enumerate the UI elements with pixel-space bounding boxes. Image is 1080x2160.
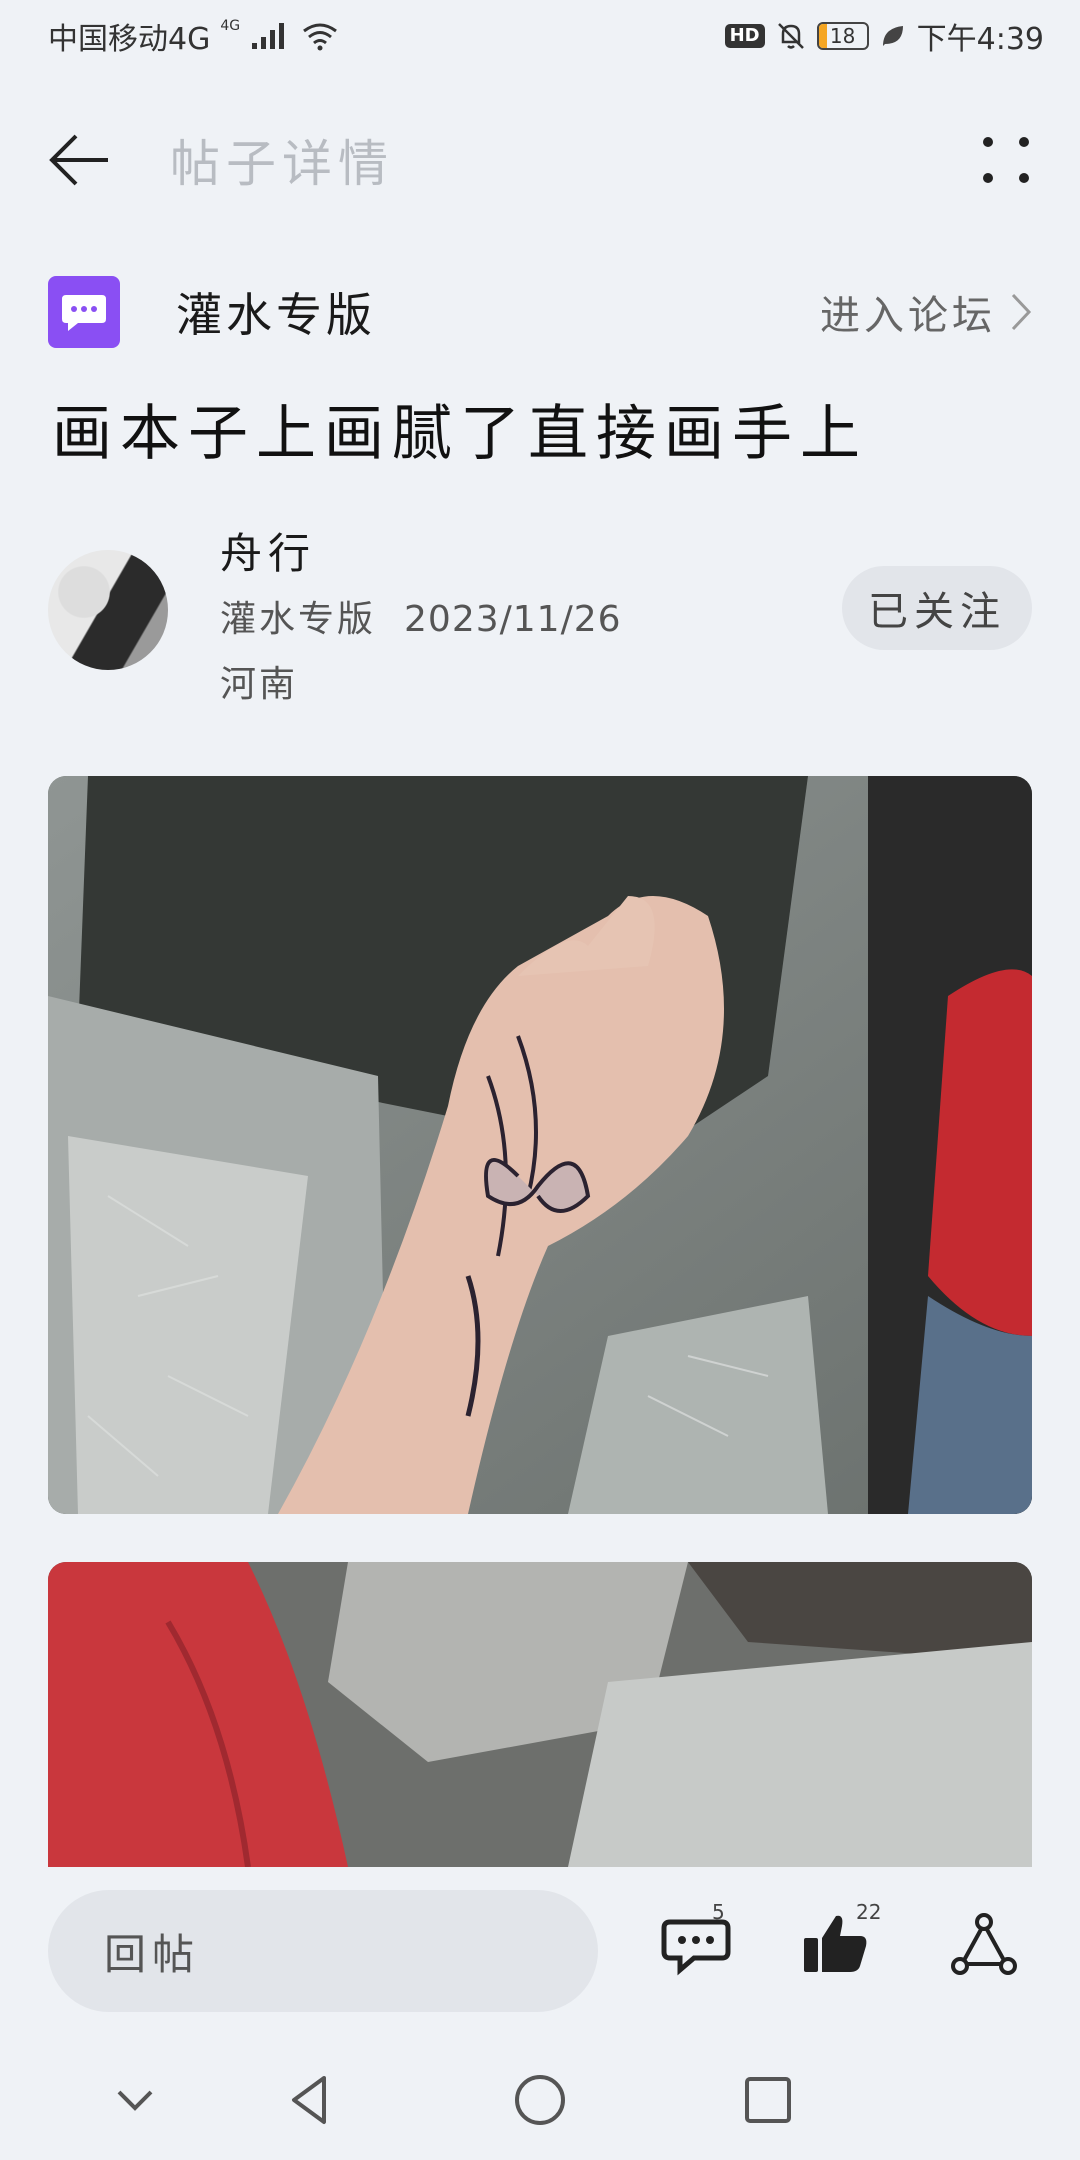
signal-icon — [252, 23, 285, 49]
app-header: 帖子详情 — [0, 100, 1080, 220]
back-button[interactable] — [40, 120, 120, 200]
chat-bubble-icon — [48, 276, 120, 348]
author-meta: 灌水专版 2023/11/26 — [220, 590, 622, 642]
square-recent-icon — [745, 2077, 791, 2123]
status-bar: 中国移动4G 4G HD 18 下午4:39 — [0, 0, 1080, 72]
share-icon — [951, 1913, 1017, 1975]
enter-forum-label: 进入论坛 — [820, 293, 996, 339]
comment-button[interactable]: 5 — [660, 1900, 740, 1988]
photo-red-cloth — [48, 1562, 1032, 1867]
status-left: 中国移动4G 4G — [48, 14, 340, 58]
nav-back-button[interactable] — [280, 2070, 340, 2130]
forum-row[interactable]: 灌水专版 进入论坛 — [48, 275, 1032, 349]
post-date: 2023/11/26 — [404, 599, 622, 640]
page-title: 帖子详情 — [170, 135, 394, 193]
four-dots-icon — [983, 137, 1029, 183]
comments-count: 5 — [712, 1900, 725, 1924]
forum-name: 灌水专版 — [176, 288, 376, 342]
like-button[interactable]: 22 — [800, 1900, 881, 1988]
circle-home-icon — [515, 2075, 565, 2125]
wifi-icon — [303, 23, 338, 51]
bottom-action-bar: 回帖 5 22 — [0, 1868, 1080, 2038]
post-detail-screen: 中国移动4G 4G HD 18 下午4:39 帖子详情 灌水专版 进入论坛 画本… — [0, 0, 1080, 2160]
status-right: HD 18 下午4:39 — [724, 14, 1044, 58]
share-button[interactable] — [948, 1908, 1028, 1988]
battery-text: 18 — [829, 24, 856, 48]
post-image-2[interactable] — [48, 1562, 1032, 1867]
chevron-right-icon — [1011, 293, 1032, 331]
likes-count: 22 — [856, 1900, 882, 1924]
mute-bell-icon — [777, 23, 804, 49]
enter-forum-link[interactable]: 进入论坛 — [820, 283, 1032, 341]
carrier-text: 中国移动4G — [48, 22, 211, 57]
system-nav-bar — [0, 2040, 1080, 2160]
nav-down-button[interactable] — [105, 2070, 165, 2130]
time-text: 下午4:39 — [916, 22, 1044, 57]
avatar[interactable] — [48, 550, 168, 670]
battery-icon: 18 — [816, 22, 869, 50]
network-badge: 4G — [220, 18, 241, 34]
nav-home-button[interactable] — [510, 2070, 570, 2130]
nav-recent-button[interactable] — [738, 2070, 798, 2130]
arrow-left-icon — [49, 134, 108, 186]
more-button[interactable] — [976, 130, 1036, 190]
author-name[interactable]: 舟行 — [220, 520, 316, 581]
triangle-back-icon — [292, 2076, 326, 2124]
hd-badge: HD — [724, 24, 765, 48]
post-title: 画本子上画腻了直接画手上 — [52, 399, 868, 469]
reply-input[interactable]: 回帖 — [48, 1890, 598, 2012]
post-image-1[interactable] — [48, 776, 1032, 1514]
follow-button[interactable]: 已关注 — [842, 566, 1032, 650]
leaf-icon — [882, 26, 903, 46]
author-location: 河南 — [220, 664, 299, 705]
author-section: 舟行 灌水专版 2023/11/26 河南 已关注 — [48, 520, 1032, 705]
chevron-down-icon — [117, 2090, 153, 2111]
photo-hand-butterfly-drawing — [48, 776, 1032, 1514]
author-forum: 灌水专版 — [220, 599, 377, 640]
